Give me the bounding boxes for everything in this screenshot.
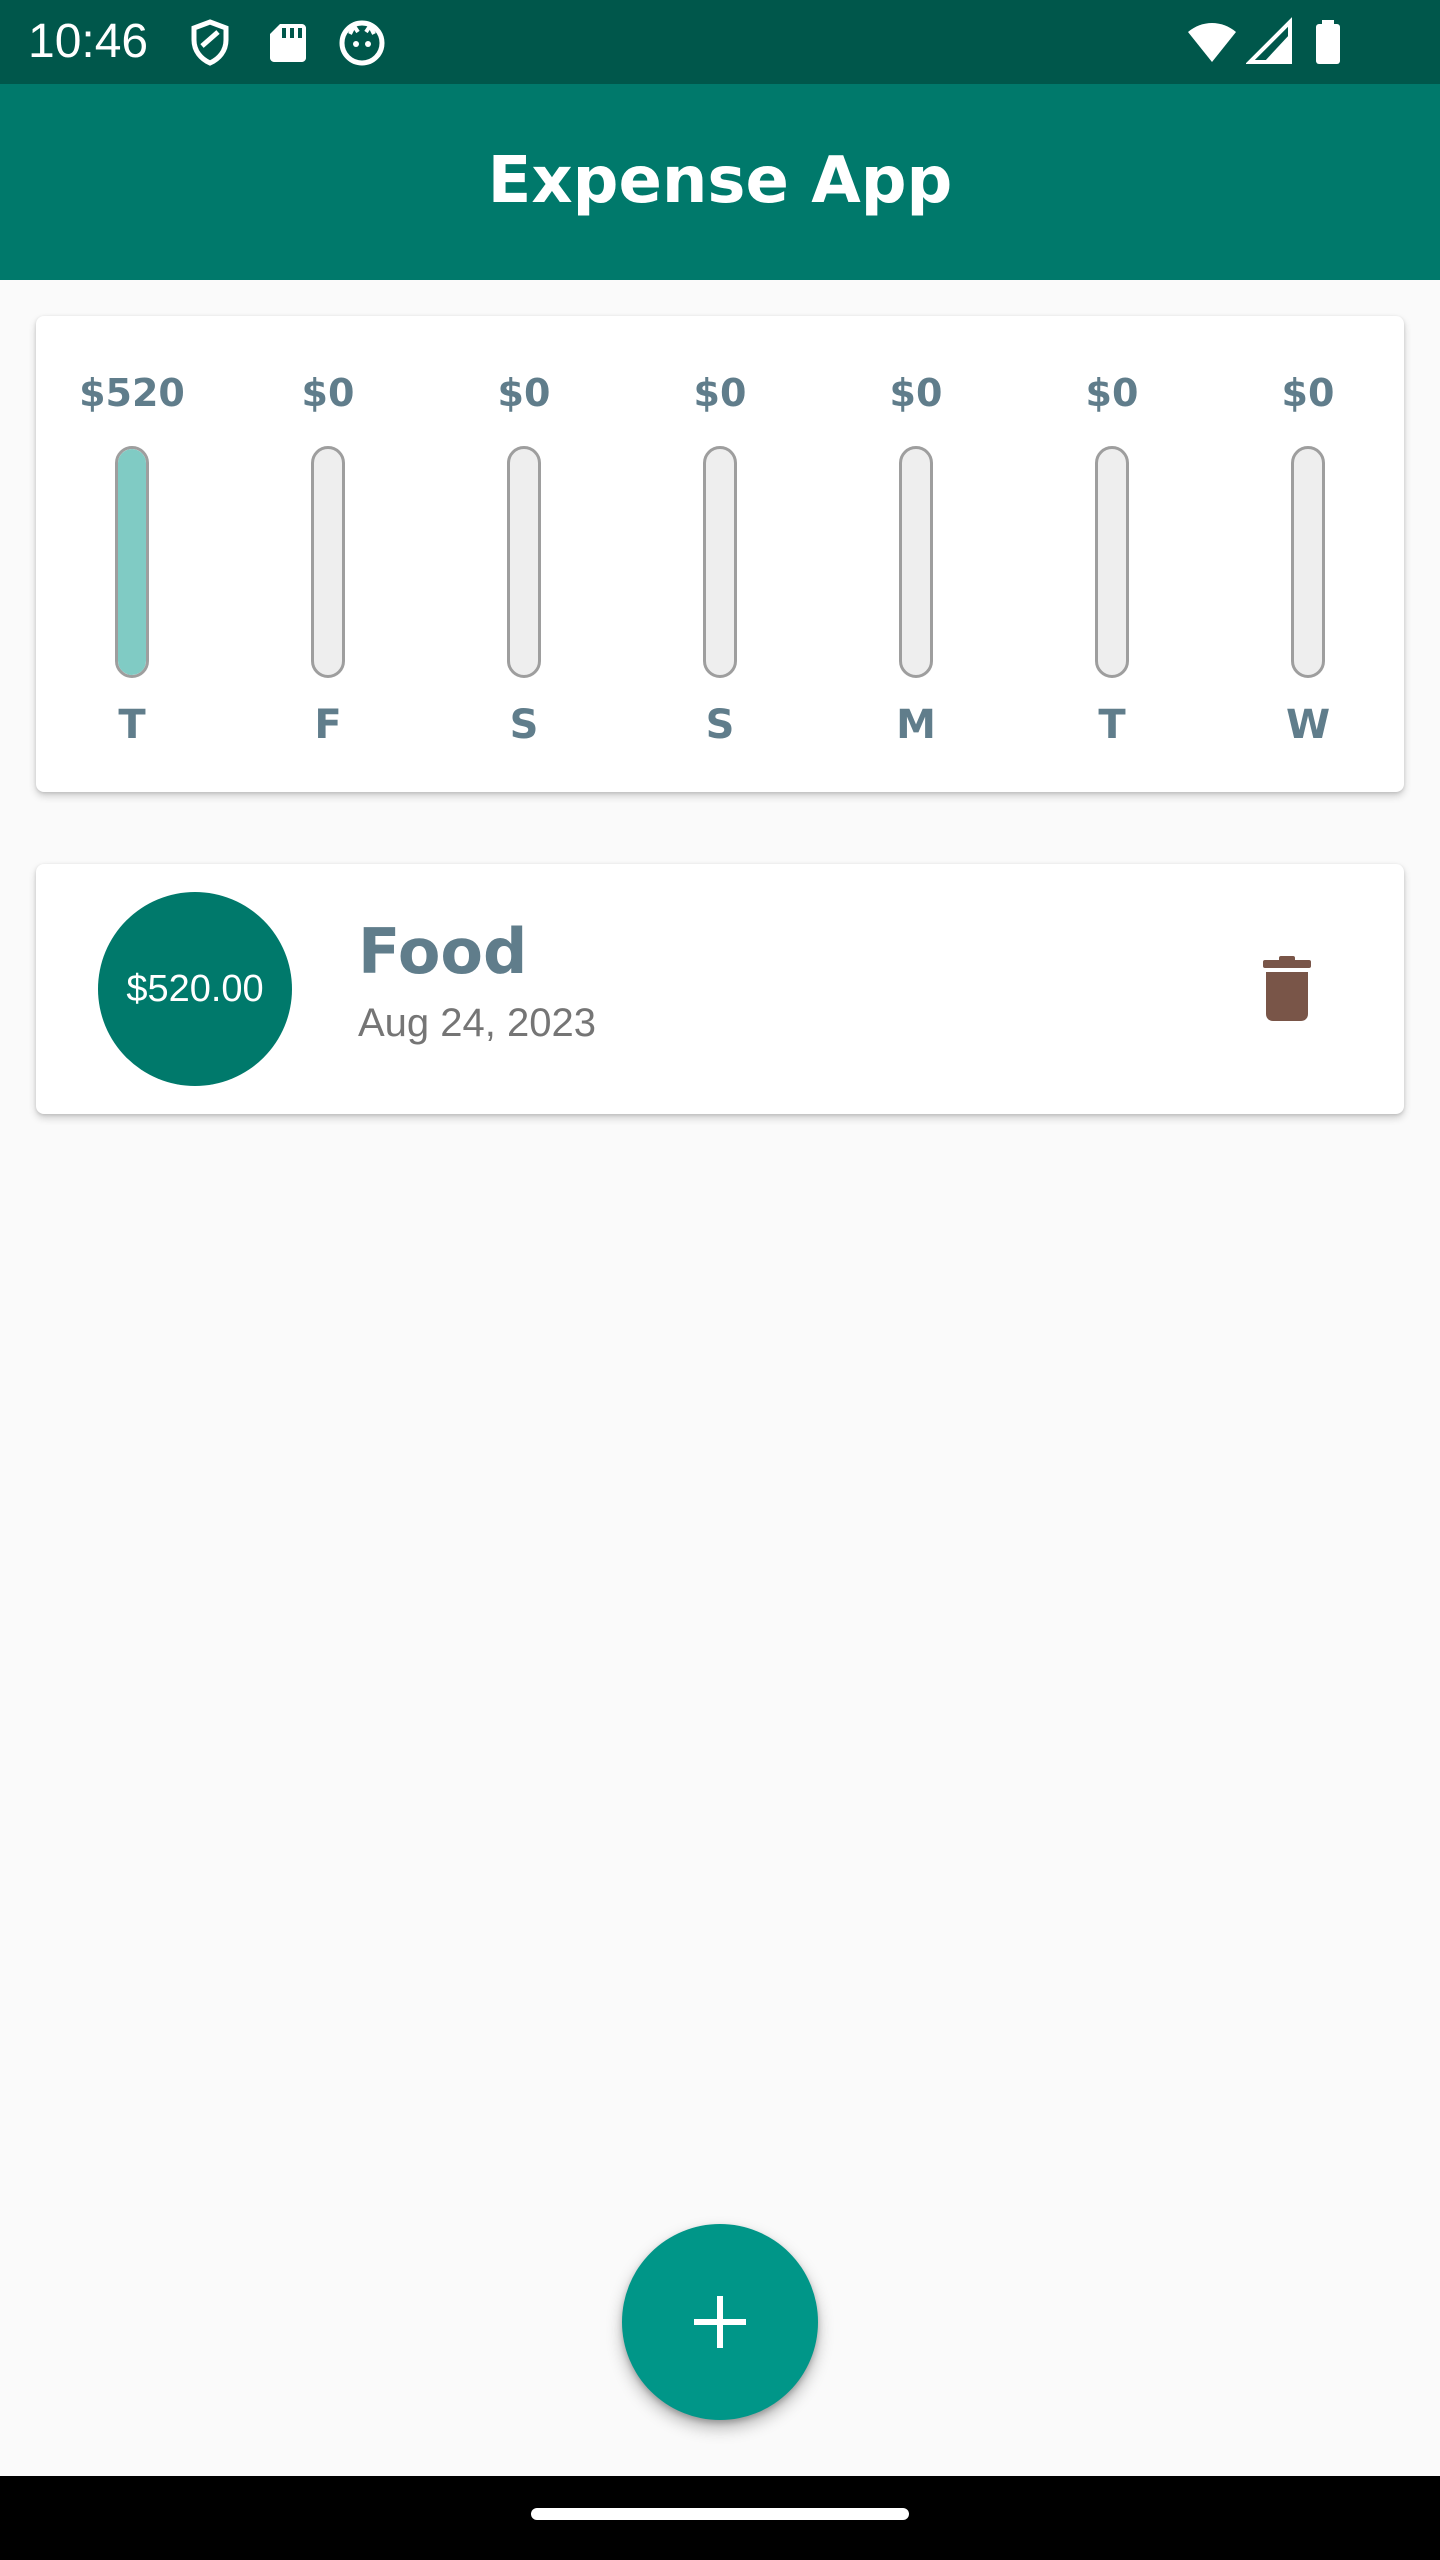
status-bar: 10:46 (0, 0, 1440, 84)
chart-bar-column: $520 T (52, 316, 212, 792)
chart-bar-column: $0 W (1228, 316, 1388, 792)
chart-bar-column: $0 S (444, 316, 604, 792)
chart-bar-track (507, 446, 541, 678)
delete-transaction-button[interactable] (1232, 934, 1342, 1044)
battery-icon (1302, 16, 1354, 68)
chart-bar-track (115, 446, 149, 678)
cat-face-icon (336, 16, 388, 68)
chart-bar-day: S (509, 702, 539, 748)
chart-bar-track (311, 446, 345, 678)
chart-bar-amount: $0 (301, 371, 355, 415)
chart-bar-column: $0 F (248, 316, 408, 792)
chart-bar-amount: $0 (693, 371, 747, 415)
plus-icon (694, 2296, 746, 2348)
chart-bar-day: M (896, 702, 936, 748)
wifi-icon (1186, 16, 1238, 68)
chart-bar-amount: $0 (1281, 371, 1335, 415)
chart-bar-track (1291, 446, 1325, 678)
chart-bar-fill (118, 449, 146, 675)
chart-bar-column: $0 M (836, 316, 996, 792)
navigation-bar (0, 2476, 1440, 2560)
transaction-card[interactable]: $520.00 Food Aug 24, 2023 (36, 864, 1404, 1114)
app-title: Expense App (487, 144, 953, 218)
chart-bar-day: T (118, 702, 146, 748)
chart-bar-track (1095, 446, 1129, 678)
chart-bar-day: F (314, 702, 342, 748)
chart-bar-day: T (1098, 702, 1126, 748)
app-bar: Expense App (0, 84, 1440, 280)
status-time: 10:46 (28, 15, 149, 68)
transaction-amount-avatar: $520.00 (98, 892, 292, 1086)
shield-icon (184, 16, 236, 68)
chart-bar-column: $0 S (640, 316, 800, 792)
weekly-chart-card: $520 T $0 F $0 S $0 S $0 M $0 T $0 W (36, 316, 1404, 792)
chart-bar-amount: $0 (497, 371, 551, 415)
chart-bar-amount: $520 (79, 371, 185, 415)
chart-bar-day: W (1285, 702, 1331, 748)
transaction-title: Food (358, 915, 528, 988)
chart-bar-column: $0 T (1032, 316, 1192, 792)
chart-bar-track (899, 446, 933, 678)
chart-bar-amount: $0 (1085, 371, 1139, 415)
transaction-date: Aug 24, 2023 (358, 1001, 596, 1045)
trash-icon (1263, 956, 1311, 1021)
chart-bar-amount: $0 (889, 371, 943, 415)
sd-card-icon (262, 16, 314, 68)
chart-bar-track (703, 446, 737, 678)
add-transaction-fab[interactable] (622, 2224, 818, 2420)
cellular-signal-icon (1245, 16, 1298, 68)
chart-bar-day: S (705, 702, 735, 748)
home-gesture-handle[interactable] (531, 2508, 909, 2520)
